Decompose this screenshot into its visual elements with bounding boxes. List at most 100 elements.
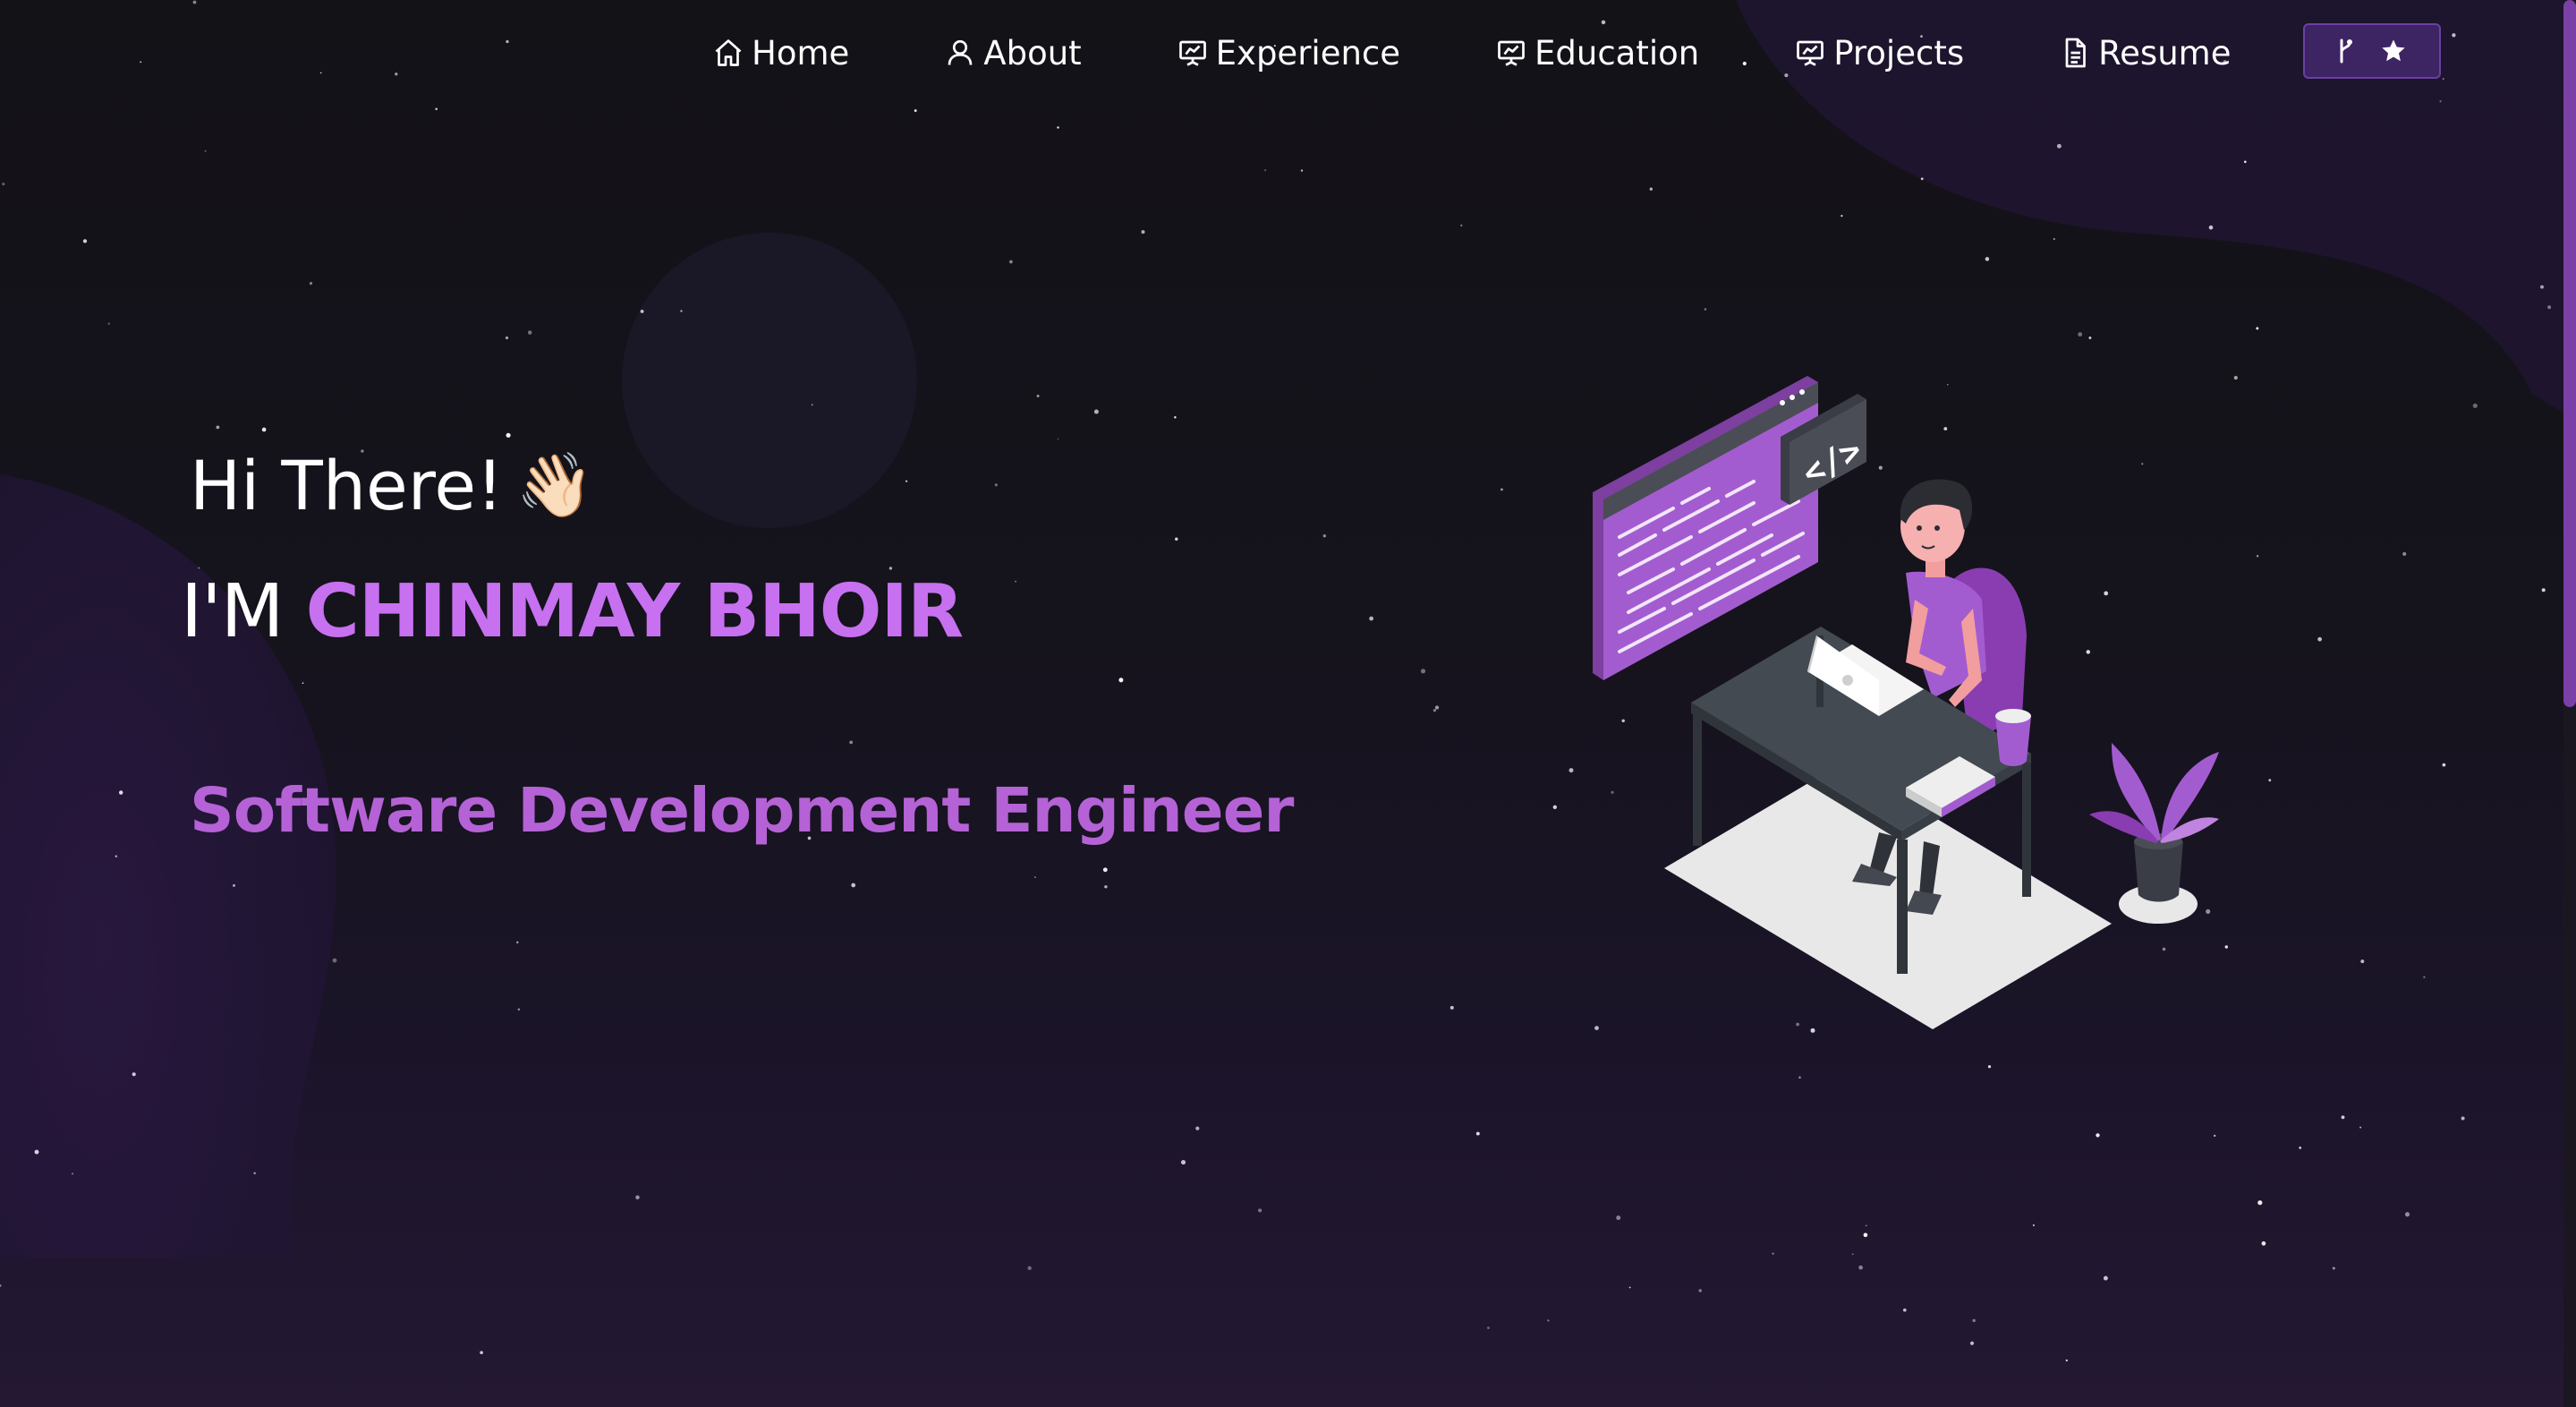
star: [2540, 285, 2544, 289]
navbar: Home About Experience Education Projects…: [0, 0, 2576, 106]
developer-illustration: </>: [1593, 376, 2219, 1029]
star: [1649, 187, 1654, 191]
star: [1093, 409, 1099, 414]
star: [1141, 230, 1145, 234]
nav-label-education: Education: [1535, 33, 1700, 72]
star: [2103, 1275, 2108, 1281]
star: [1698, 1289, 1702, 1292]
nav-label-experience: Experience: [1215, 33, 1401, 72]
document-icon: [2059, 37, 2091, 69]
scrollbar-thumb[interactable]: [2563, 0, 2576, 707]
star: [1704, 308, 1707, 311]
star: [107, 322, 110, 325]
star: [2257, 1200, 2263, 1206]
cup: [1995, 709, 2031, 766]
star: [1015, 580, 1017, 583]
page-scrollbar[interactable]: [2563, 0, 2576, 1407]
name-text: CHINMAY BHOIR: [305, 569, 965, 654]
nav-item-projects[interactable]: Projects: [1794, 23, 1964, 82]
name-prefix: I'M: [181, 569, 284, 654]
star: [1858, 1265, 1863, 1270]
github-fork-star-button[interactable]: [2303, 23, 2441, 79]
star: [1985, 257, 1990, 261]
star: [1487, 1326, 1490, 1329]
star: [2404, 1212, 2410, 1217]
star: [480, 1351, 483, 1355]
star: [1300, 169, 1304, 172]
star: [1987, 1065, 1992, 1069]
star: [232, 883, 236, 887]
star: [505, 336, 509, 340]
home-icon: [712, 37, 744, 69]
star: [1174, 416, 1177, 419]
star: [1628, 1286, 1631, 1289]
star: [1920, 177, 1924, 181]
star: [994, 483, 998, 487]
star: [635, 1195, 640, 1200]
star: [1863, 1232, 1868, 1238]
star: [2088, 337, 2092, 339]
star: [640, 309, 644, 313]
presentation-chart-icon: [1177, 37, 1209, 69]
star: [1902, 1308, 1907, 1312]
star: [811, 404, 813, 406]
star: [849, 740, 854, 745]
star: [1865, 1224, 1867, 1227]
star: [1616, 1215, 1621, 1221]
star: [527, 330, 532, 335]
star: [1322, 534, 1327, 538]
star: [1969, 1341, 1975, 1345]
star: [82, 239, 88, 243]
star: [2053, 238, 2055, 240]
star: [914, 109, 917, 113]
star: [1195, 1126, 1200, 1130]
star: [2243, 160, 2247, 164]
nav-item-experience[interactable]: Experience: [1177, 23, 1400, 82]
nav-item-home[interactable]: Home: [712, 23, 849, 82]
star: [1772, 1252, 1774, 1255]
star: [2096, 1133, 2100, 1138]
star: [2547, 305, 2552, 310]
star: [1798, 1076, 1801, 1079]
nav-item-education[interactable]: Education: [1495, 23, 1699, 82]
star: [1180, 1160, 1186, 1165]
star: [2442, 763, 2446, 767]
star: [1009, 260, 1013, 264]
fork-icon: [2336, 38, 2356, 64]
star: [2256, 555, 2259, 558]
star: [1036, 394, 1040, 397]
nav-label-home: Home: [752, 33, 850, 72]
star: [1258, 1208, 1262, 1213]
star: [2065, 1359, 2068, 1362]
star: [1027, 1266, 1032, 1271]
star: [1057, 438, 1059, 440]
star: [2472, 403, 2478, 408]
star: [2056, 143, 2062, 149]
star: [1057, 126, 1059, 129]
star: [34, 1149, 39, 1155]
star: [2032, 1224, 2035, 1226]
star: [1841, 215, 1843, 217]
nav-item-about[interactable]: About: [944, 23, 1082, 82]
star: [680, 310, 683, 312]
presentation-chart-icon: [1794, 37, 1826, 69]
star: [1972, 1318, 1976, 1323]
star: [2359, 1126, 2362, 1129]
star: [1434, 705, 1440, 710]
star: [309, 282, 313, 286]
star: [0, 1284, 2, 1287]
star: [302, 682, 304, 685]
star: [1501, 488, 1503, 491]
star: [115, 855, 117, 857]
name-heading: I'M CHINMAY BHOIR: [181, 569, 965, 654]
star: [1552, 805, 1557, 809]
star: [1104, 885, 1108, 889]
star: [2, 183, 5, 186]
star: [2402, 551, 2407, 556]
star: [118, 790, 123, 795]
nav-item-resume[interactable]: Resume: [2059, 23, 2231, 82]
star: [332, 958, 337, 963]
star: [2214, 1134, 2216, 1138]
star: [2341, 1115, 2345, 1120]
star: [2423, 976, 2426, 978]
